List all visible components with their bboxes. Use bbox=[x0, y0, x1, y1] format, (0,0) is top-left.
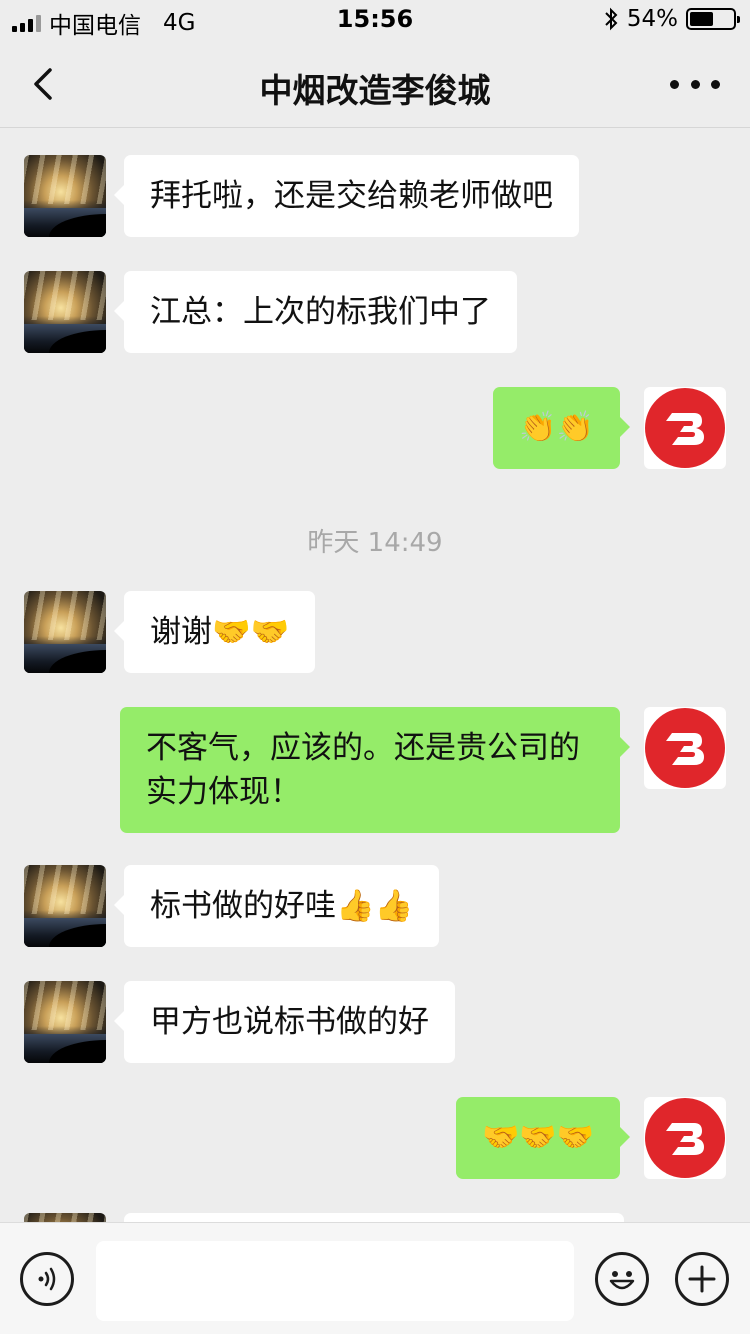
message-input[interactable] bbox=[96, 1241, 574, 1321]
sent-message-bubble[interactable]: 🤝🤝🤝 bbox=[455, 1097, 631, 1179]
received-message-bubble[interactable]: 甲方也说标书做的好 bbox=[114, 981, 455, 1063]
red-logo-icon bbox=[645, 388, 725, 468]
contact-avatar[interactable] bbox=[24, 981, 106, 1063]
landscape-avatar-image bbox=[24, 981, 106, 1063]
received-message-bubble[interactable]: 拜托啦，还是交给赖老师做吧 bbox=[114, 155, 579, 237]
battery-percent: 54% bbox=[626, 6, 678, 32]
sent-message-bubble[interactable]: 不客气，应该的。还是贵公司的实力体现！ bbox=[120, 707, 630, 833]
nav-bar: 中烟改造李俊城 bbox=[0, 40, 750, 128]
input-bar bbox=[0, 1222, 750, 1334]
more-dots-icon[interactable] bbox=[670, 70, 720, 98]
chat-message-list[interactable]: 拜托啦，还是交给赖老师做吧 江总：上次的标我们中了 👏👏 昨天 14:49 谢谢… bbox=[0, 128, 750, 1222]
received-message-bubble-partial[interactable] bbox=[124, 1213, 624, 1222]
chat-title: 中烟改造李俊城 bbox=[259, 71, 491, 110]
battery-icon bbox=[686, 8, 740, 30]
landscape-avatar-image bbox=[24, 155, 106, 237]
status-bar: 中国电信 4G 15:56 54% bbox=[0, 0, 750, 40]
red-logo-icon bbox=[645, 1098, 725, 1178]
battery-fill bbox=[690, 12, 713, 26]
my-avatar[interactable] bbox=[644, 387, 726, 469]
bluetooth-icon bbox=[605, 7, 618, 31]
landscape-avatar-image bbox=[24, 591, 106, 673]
voice-icon[interactable] bbox=[20, 1252, 74, 1306]
contact-avatar[interactable] bbox=[24, 1213, 106, 1222]
sent-message-bubble[interactable]: 👏👏 bbox=[493, 387, 630, 469]
logo-avatar-image bbox=[644, 387, 726, 469]
logo-avatar-image bbox=[644, 707, 726, 789]
landscape-avatar-image bbox=[24, 865, 106, 947]
received-message-bubble[interactable]: 谢谢🤝🤝 bbox=[113, 591, 316, 673]
red-logo-icon bbox=[645, 708, 725, 788]
contact-avatar[interactable] bbox=[24, 591, 106, 673]
logo-avatar-image bbox=[644, 1097, 726, 1179]
landscape-avatar-image bbox=[24, 271, 106, 353]
contact-avatar[interactable] bbox=[24, 865, 106, 947]
contact-avatar[interactable] bbox=[24, 271, 106, 353]
received-message-bubble[interactable]: 江总：上次的标我们中了 bbox=[114, 271, 517, 353]
my-avatar[interactable] bbox=[644, 1097, 726, 1179]
received-message-bubble[interactable]: 标书做的好哇👍👍 bbox=[113, 865, 440, 947]
status-right: 54% bbox=[603, 6, 740, 32]
plus-icon[interactable] bbox=[675, 1252, 729, 1306]
contact-avatar[interactable] bbox=[24, 155, 106, 237]
landscape-avatar-image bbox=[24, 1213, 106, 1222]
message-timestamp: 昨天 14:49 bbox=[307, 528, 443, 558]
my-avatar[interactable] bbox=[644, 707, 726, 789]
emoji-icon[interactable] bbox=[595, 1252, 649, 1306]
